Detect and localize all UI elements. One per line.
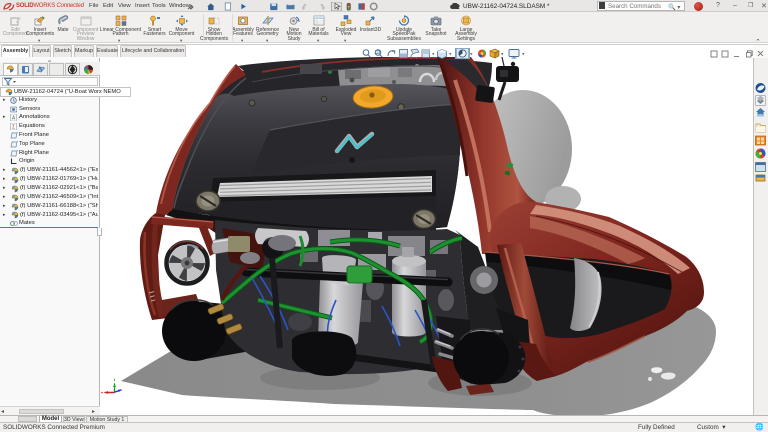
svg-text:▾: ▾ — [432, 52, 435, 58]
svg-text:Σ: Σ — [12, 125, 15, 131]
svg-text:▾: ▾ — [522, 52, 525, 58]
svg-text:▾: ▾ — [449, 52, 452, 58]
svg-text:▾: ▾ — [501, 52, 504, 58]
svg-text:▾: ▾ — [470, 52, 473, 58]
